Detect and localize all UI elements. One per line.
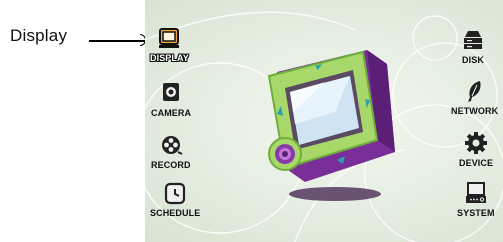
network-icon	[467, 81, 481, 102]
menu-item-label: CAMERA	[151, 108, 192, 118]
menu-item-schedule[interactable]: SCHEDULE	[150, 180, 200, 218]
menu-item-label: NETWORK	[451, 106, 499, 116]
menu-item-label: SCHEDULE	[150, 208, 201, 218]
main-menu-panel: DISPLAY CAMERA RECORD SCHEDULE DISK NETW…	[145, 0, 503, 242]
disk-icon	[464, 31, 482, 49]
menu-item-label: DISK	[462, 55, 484, 65]
menu-item-label: SYSTEM	[457, 208, 495, 218]
menu-item-camera[interactable]: CAMERA	[151, 80, 191, 118]
callout-leader-line	[89, 40, 145, 42]
menu-item-display[interactable]: DISPLAY	[150, 25, 189, 63]
menu-item-label: DISPLAY	[150, 53, 189, 63]
menu-item-device[interactable]: DEVICE	[459, 130, 493, 168]
record-icon	[161, 136, 183, 155]
menu-item-network[interactable]: NETWORK	[451, 78, 498, 116]
menu-item-system[interactable]: SYSTEM	[457, 180, 495, 218]
monitor-illustration	[267, 50, 395, 201]
camera-icon	[163, 83, 180, 101]
system-icon	[465, 182, 486, 203]
display-icon	[159, 28, 180, 48]
device-icon	[465, 132, 488, 154]
menu-item-label: RECORD	[151, 160, 191, 170]
menu-item-record[interactable]: RECORD	[151, 132, 191, 170]
menu-item-disk[interactable]: DISK	[460, 27, 486, 65]
menu-item-label: DEVICE	[459, 158, 494, 168]
schedule-icon	[165, 182, 186, 205]
callout-label: Display	[10, 26, 68, 45]
